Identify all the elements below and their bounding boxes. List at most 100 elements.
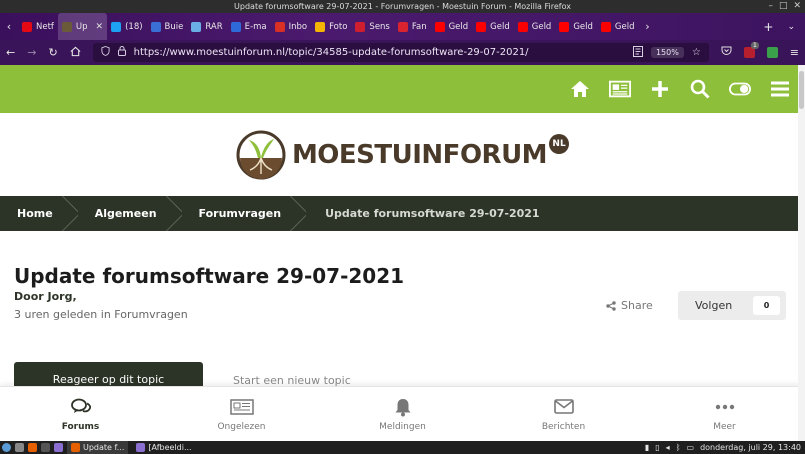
forward-icon[interactable]: → [27,46,36,59]
menu-icon[interactable]: ≡ [790,46,799,59]
reader-view-icon[interactable] [632,45,643,60]
browser-tab[interactable]: Netf [18,13,58,40]
os-taskbar: Update f... [Afbeeldi... ▮ ▯ ◂ ᛒ ▭ donde… [0,441,805,454]
tabs-scroll-right-icon[interactable]: › [638,20,656,33]
pocket-icon[interactable] [721,46,732,59]
logo-emblem-icon [236,130,286,179]
files-icon[interactable] [15,443,24,452]
nav-meer[interactable]: Meer [644,387,805,441]
close-tab-icon[interactable]: ✕ [96,22,104,32]
zoom-level[interactable]: 150% [650,47,684,58]
tab-label: Fan [411,21,427,32]
tab-label: Geld [614,21,635,32]
window-title: Update forumsoftware 29-07-2021 - Forumv… [234,2,571,11]
sensor-icon [355,21,366,32]
tab-label: Netf [36,21,54,32]
tray-battery-icon[interactable]: ▭ [687,443,695,452]
search-icon[interactable] [689,78,711,100]
hamburger-menu-icon[interactable] [769,78,791,100]
ublock-icon[interactable]: 1 [743,42,759,58]
breadcrumb-label: Forumvragen [198,207,282,220]
task-label: [Afbeeldi... [148,443,192,452]
taskbar-task-firefox[interactable]: Update f... [67,441,129,454]
topic-author[interactable]: Door Jorg, [14,290,77,303]
twitter-icon [111,21,122,32]
shield-icon[interactable] [101,46,110,59]
tab-label: Inbo [288,21,308,32]
tray-volume-icon[interactable]: ◂ [666,443,670,452]
moestuin-icon [61,21,72,32]
browser-tab[interactable]: Geld [597,13,639,40]
share-button[interactable]: Share [606,299,653,312]
nav-meldingen[interactable]: Meldingen [322,387,483,441]
fan-icon [397,21,408,32]
browser-tab[interactable]: Geld [555,13,597,40]
breadcrumb-label: Algemeen [94,207,157,220]
nav-label: Berichten [541,421,586,432]
plus-icon[interactable] [649,78,671,100]
browser-tab[interactable]: RAR [187,13,226,40]
tab-list-icon[interactable]: ⌄ [787,22,795,32]
page-scrollbar[interactable] [798,65,805,441]
nav-label: Meldingen [379,421,426,432]
bookmark-star-icon[interactable]: ☆ [692,47,701,58]
logo-text: MOESTUINFORUM [291,139,548,170]
nav-ongelezen[interactable]: Ongelezen [161,387,322,441]
close-window-icon[interactable]: ✕ [793,0,801,13]
browser-tab[interactable]: Inbo [271,13,312,40]
nav-berichten[interactable]: Berichten [483,387,644,441]
new-tab-icon[interactable]: + [763,20,773,34]
theme-toggle-icon[interactable] [729,78,751,100]
site-top-bar [0,65,805,113]
youtube-icon [600,21,611,32]
tray-bluetooth-icon[interactable]: ᛒ [676,443,681,452]
browser-tab[interactable]: Geld [472,13,514,40]
browser-tab[interactable]: Buie [147,13,188,40]
back-icon[interactable]: ← [6,46,15,59]
breadcrumb-forumvragen[interactable]: Forumvragen [173,196,298,231]
task-label: Update f... [83,443,125,452]
breadcrumb-algemeen[interactable]: Algemeen [69,196,173,231]
browser-tab[interactable]: Sens [351,13,393,40]
browser-tab[interactable]: (18) [107,13,146,40]
extension-icon[interactable] [766,47,778,58]
home-icon[interactable] [70,46,81,60]
browser-tab[interactable]: Fan [394,13,431,40]
tab-label: Geld [531,21,552,32]
tabs-scroll-left-icon[interactable]: ‹ [0,20,18,33]
maximize-icon[interactable]: □ [779,0,788,13]
nav-label: Forums [61,421,100,432]
tray-clipboard-icon[interactable]: ▯ [655,443,659,452]
lock-icon[interactable] [117,46,126,59]
browser-tab[interactable]: Up ✕ [57,13,108,40]
newspaper-icon [229,397,254,417]
tab-label: E-ma [244,21,267,32]
taskbar-task-image[interactable]: [Afbeeldi... [132,441,195,454]
url-text[interactable]: https://www.moestuinforum.nl/topic/34585… [134,47,625,58]
browser-tab[interactable]: Geld [514,13,556,40]
gmail-icon [274,21,285,32]
home-icon[interactable] [569,78,591,100]
menu-launcher-icon[interactable] [2,443,11,452]
nav-label: Meer [713,421,736,432]
terminal-icon[interactable] [41,443,50,452]
follow-button[interactable]: Volgen 0 [678,291,786,320]
tray-network-icon[interactable]: ▮ [645,443,649,452]
tab-bar: ‹ Netf Up ✕ (18) Buie RAR E-ma Inbo Foto Sens Fan G… [0,13,805,40]
folder-icon[interactable] [54,443,63,452]
clock[interactable]: donderdag, juli 29, 13:40 [700,443,801,452]
firefox-launcher-icon[interactable] [28,443,37,452]
browser-tab[interactable]: Geld [431,13,473,40]
reply-button[interactable]: Reageer op dit topic [14,362,203,386]
folder-icon [136,443,146,452]
newspaper-icon[interactable] [609,78,631,100]
browser-tab[interactable]: E-ma [227,13,271,40]
minimize-icon[interactable]: – [768,0,773,13]
browser-tab[interactable]: Foto [311,13,351,40]
youtube-icon [559,21,570,32]
site-logo[interactable]: MOESTUINFORUM NL [236,130,570,180]
reload-icon[interactable]: ↻ [48,46,57,59]
breadcrumb-home[interactable]: Home [0,196,69,231]
address-bar[interactable]: https://www.moestuinforum.nl/topic/34585… [92,43,709,62]
nav-forums[interactable]: Forums [0,387,161,441]
